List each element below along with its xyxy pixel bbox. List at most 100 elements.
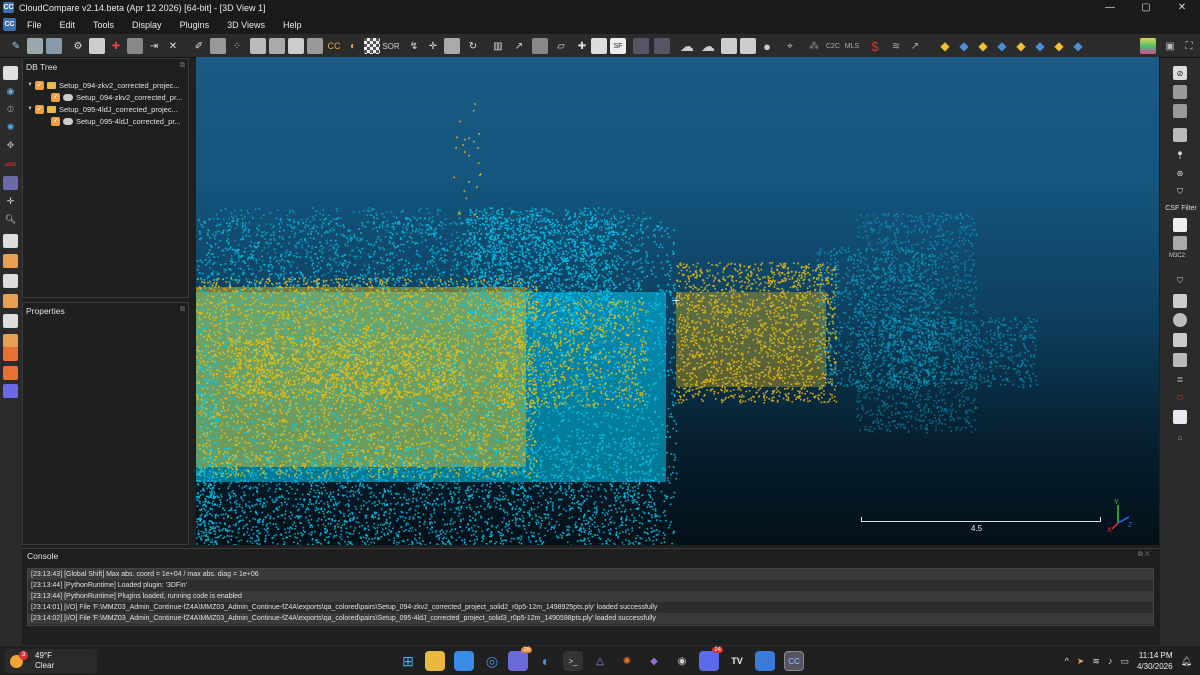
noise-filter-icon[interactable]: ↯ [406, 38, 422, 54]
obs-icon[interactable]: ◉ [672, 651, 692, 671]
python-icon-4[interactable]: ◆ [994, 38, 1010, 54]
sor-filter-icon[interactable]: SOR [382, 38, 399, 54]
panel-float-icon[interactable]: ⧉ ✕ [1138, 551, 1150, 559]
3d-view[interactable]: + 4.5 Y Z X [196, 57, 1159, 545]
octree-icon[interactable] [307, 38, 323, 54]
palette-icon[interactable] [1140, 38, 1156, 54]
python-icon-5[interactable]: ◆ [1013, 38, 1029, 54]
split-view-icon[interactable]: ▣ [1162, 38, 1178, 54]
back-view-icon[interactable] [3, 294, 18, 308]
shape-icon[interactable] [1173, 333, 1187, 347]
csf-filter-label[interactable]: CSF Filter [1162, 205, 1200, 212]
python-icon-8[interactable]: ◆ [1070, 38, 1086, 54]
calendar-icon[interactable] [755, 651, 775, 671]
distance-icon[interactable]: ↗ [511, 38, 527, 54]
top-view-icon[interactable] [3, 254, 18, 268]
grid-icon[interactable] [288, 38, 304, 54]
close-button[interactable]: ✕ [1164, 0, 1200, 15]
zoom-fit-icon[interactable]: ✛ [3, 194, 18, 208]
tree-item[interactable]: ▼ ✓ Setup_094-zkv2_corrected_projec... [27, 79, 180, 91]
python-icon-3[interactable]: ◆ [975, 38, 991, 54]
zoom-icon[interactable]: 🔍︎ [3, 212, 18, 226]
delete-icon[interactable]: ✕ [165, 38, 181, 54]
sf-filter-icon[interactable] [654, 38, 670, 54]
panel-float-icon[interactable]: ⧉ [180, 306, 185, 314]
edge-icon[interactable]: ◐ [536, 651, 556, 671]
console-log[interactable]: [23:13:43] [Global Shift] Max abs. coord… [27, 568, 1154, 626]
vector-icon[interactable]: ↗ [907, 38, 923, 54]
iso1-view-icon[interactable] [3, 347, 18, 361]
mesh-tool-icon[interactable]: ⌖ [782, 38, 798, 54]
ortho-icon[interactable] [3, 176, 18, 190]
menu-plugins[interactable]: Plugins [171, 20, 219, 30]
collapse-arrow-icon[interactable]: ▼ [27, 106, 35, 112]
normals-icon[interactable] [269, 38, 285, 54]
iso2-view-icon[interactable] [3, 366, 18, 380]
menu-help[interactable]: Help [274, 20, 311, 30]
panel-float-icon[interactable]: ⧉ [180, 62, 185, 70]
clock[interactable]: 11:14 PM 4/30/2026 [1137, 650, 1173, 672]
save-as-icon[interactable] [46, 38, 62, 54]
menu-3d-views[interactable]: 3D Views [218, 20, 274, 30]
layers-icon[interactable]: ≣ [1173, 372, 1187, 386]
ruler-icon[interactable] [1173, 218, 1187, 232]
mesh-icon[interactable] [250, 38, 266, 54]
fullscreen-icon[interactable]: ⛶ [1181, 38, 1197, 54]
save-icon[interactable] [27, 38, 43, 54]
minimize-button[interactable]: — [1092, 0, 1128, 15]
m3c2-label[interactable]: M3C2 [1169, 253, 1185, 259]
sphere-icon[interactable]: ● [759, 38, 775, 54]
left-view-icon[interactable] [3, 274, 18, 288]
shield2-icon[interactable]: ⛉ [1173, 274, 1187, 288]
export-icon[interactable]: ⇥ [146, 38, 162, 54]
compute-icon[interactable] [532, 38, 548, 54]
bottom-view-icon[interactable] [3, 334, 18, 348]
tray-overflow-icon[interactable]: ^ [1065, 656, 1069, 666]
sf-color-icon[interactable]: SF [610, 38, 626, 54]
cube-icon[interactable] [1173, 294, 1187, 308]
scan-icon[interactable]: ⌂ [1173, 430, 1187, 444]
file-explorer-icon[interactable] [425, 651, 445, 671]
cloudcompare-taskbar-icon[interactable]: CC [784, 651, 804, 671]
python-icon-1[interactable]: ◆ [937, 38, 953, 54]
label-icon[interactable] [1173, 236, 1187, 250]
menu-display[interactable]: Display [123, 20, 171, 30]
python-icon-7[interactable]: ◆ [1051, 38, 1067, 54]
brush-icon[interactable]: ✐ [191, 38, 207, 54]
weather-widget[interactable]: 3 49°F Clear [5, 649, 97, 673]
teams-icon[interactable]: 26 [508, 647, 532, 671]
m3c2-tool-icon[interactable]: C2C [825, 38, 841, 54]
sample-icon[interactable] [210, 38, 226, 54]
maximize-button[interactable]: ▢ [1128, 0, 1164, 15]
snake-icon[interactable]: $ [867, 38, 883, 54]
sf-gradient-icon[interactable] [633, 38, 649, 54]
obsidian-icon[interactable]: ◆ [644, 651, 664, 671]
compass-icon[interactable]: ⊛ [1173, 166, 1187, 180]
camera-icon[interactable]: ◉ [3, 84, 18, 98]
triangle-app-icon[interactable]: △ [590, 651, 610, 671]
mls-icon[interactable]: MLS [844, 38, 860, 54]
rotate-icon[interactable]: ↻ [465, 38, 481, 54]
ransac-icon[interactable]: ⁂ [806, 38, 822, 54]
collapse-arrow-icon[interactable]: ▼ [27, 82, 35, 88]
front-view-icon[interactable] [3, 234, 18, 248]
cloud-icon[interactable]: ☁ [679, 38, 695, 54]
right-view-icon[interactable] [3, 314, 18, 328]
plane-icon[interactable]: ▱ [553, 38, 569, 54]
pivot-icon[interactable]: ⦶ [3, 102, 18, 116]
settings-gear-icon[interactable]: ⚙ [70, 38, 86, 54]
mail-icon[interactable] [454, 651, 474, 671]
box-icon[interactable] [444, 38, 460, 54]
discord-icon[interactable]: 24 [699, 647, 723, 671]
battery-icon[interactable]: ▭ [1120, 656, 1129, 667]
chrome-icon[interactable]: ◎ [482, 651, 502, 671]
checkbox-icon[interactable]: ✓ [51, 116, 60, 126]
no-entry-icon[interactable]: ⊘ [1173, 66, 1187, 80]
view-icon[interactable] [3, 66, 18, 80]
speaker-icon[interactable]: ♪ [1108, 656, 1113, 666]
auto-pick-icon[interactable]: auto [3, 158, 18, 172]
tree-item[interactable]: ✓ Setup_095-4ldJ_corrected_pr... [51, 115, 181, 127]
menu-tools[interactable]: Tools [84, 20, 123, 30]
doc-icon[interactable] [721, 38, 737, 54]
cloud-compare-icon[interactable]: ☁ [700, 38, 716, 54]
